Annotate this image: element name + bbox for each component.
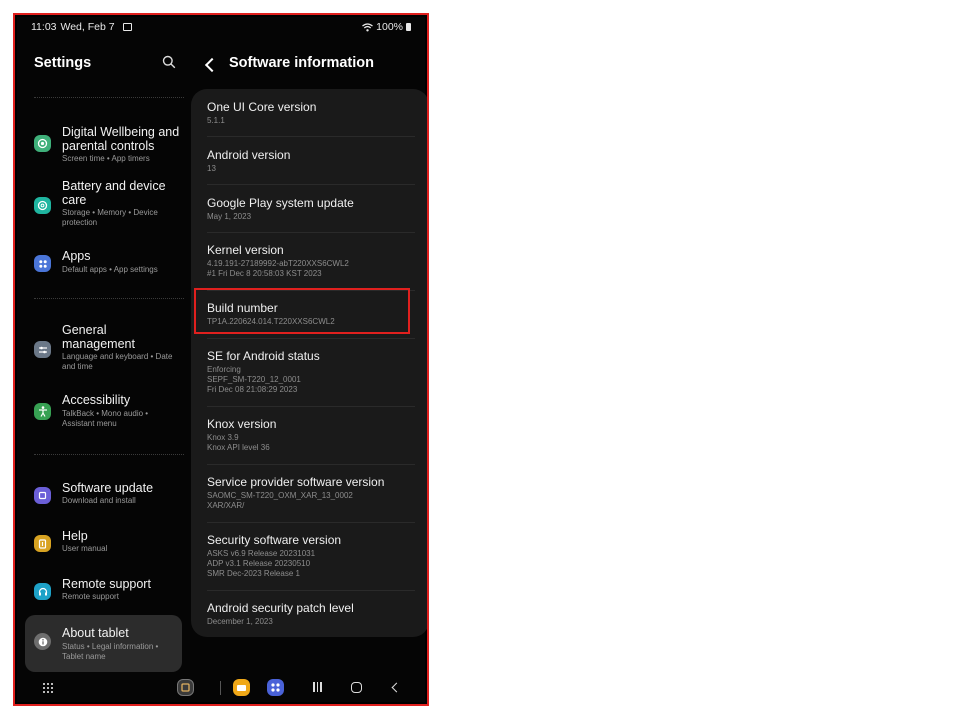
- info-row-android-version[interactable]: Android version 13: [207, 148, 413, 174]
- row-divider: [207, 184, 415, 185]
- row-divider: [207, 464, 415, 465]
- settings-item-software-update[interactable]: Software update Download and install: [25, 477, 182, 511]
- info-row-knox-version[interactable]: Knox version Knox 3.9 Knox API level 36: [207, 417, 413, 453]
- row-divider: [207, 590, 415, 591]
- apps-dock-icon[interactable]: [267, 679, 284, 696]
- device-frame: 11:03 Wed, Feb 7 100% Settings Digital W…: [13, 13, 429, 706]
- row-divider: [207, 522, 415, 523]
- settings-item-title: Apps: [62, 249, 91, 263]
- settings-item-title: About tablet: [62, 626, 129, 640]
- battery-percent: 100%: [376, 21, 403, 33]
- app-drawer-icon[interactable]: [43, 683, 53, 693]
- row-value: May 1, 2023: [207, 212, 252, 221]
- row-title: Google Play system update: [207, 196, 354, 210]
- row-title: Android version: [207, 148, 291, 162]
- general-management-icon: [34, 341, 51, 358]
- wellbeing-icon: [34, 135, 51, 152]
- row-value: Enforcing SEPF_SM-T220_12_0001 Fri Dec 0…: [207, 365, 301, 394]
- info-row-google-play-update[interactable]: Google Play system update May 1, 2023: [207, 196, 413, 222]
- settings-item-remote-support[interactable]: Remote support Remote support: [25, 573, 182, 607]
- remote-support-icon: [34, 583, 51, 600]
- settings-item-apps[interactable]: Apps Default apps • App settings: [25, 249, 182, 283]
- divider: [34, 97, 184, 98]
- settings-item-title: Battery and device care: [62, 179, 166, 207]
- settings-item-title: Help: [62, 529, 88, 543]
- settings-item-title: Digital Wellbeing and parental controls: [62, 125, 180, 153]
- row-divider: [207, 338, 415, 339]
- battery-icon: [406, 23, 411, 31]
- row-title: Kernel version: [207, 243, 284, 257]
- back-button[interactable]: [391, 682, 402, 693]
- info-row-security-patch[interactable]: Android security patch level December 1,…: [207, 601, 413, 627]
- row-title: Android security patch level: [207, 601, 354, 615]
- build-number-highlight: [194, 288, 410, 334]
- settings-item-subtitle: Language and keyboard • Date and time: [62, 352, 173, 371]
- settings-item-subtitle: Status • Legal information • Tablet name: [62, 642, 159, 661]
- search-icon[interactable]: [162, 55, 176, 69]
- about-icon: [34, 633, 51, 650]
- dock-divider: [220, 681, 221, 695]
- row-divider: [207, 136, 415, 137]
- tablet-screen: 11:03 Wed, Feb 7 100% Settings Digital W…: [17, 17, 427, 702]
- row-value: ASKS v6.9 Release 20231031 ADP v3.1 Rele…: [207, 549, 316, 578]
- navigation-bar: [17, 673, 425, 702]
- software-info-card: One UI Core version 5.1.1 Android versio…: [191, 89, 427, 637]
- settings-item-subtitle: Storage • Memory • Device protection: [62, 208, 158, 227]
- settings-item-accessibility[interactable]: Accessibility TalkBack • Mono audio • As…: [25, 393, 182, 433]
- info-row-service-provider[interactable]: Service provider software version SAOMC_…: [207, 475, 413, 511]
- home-button[interactable]: [351, 682, 362, 693]
- row-value: December 1, 2023: [207, 617, 273, 626]
- settings-item-digital-wellbeing[interactable]: Digital Wellbeing and parental controls …: [25, 121, 182, 173]
- settings-item-subtitle: Default apps • App settings: [62, 265, 158, 274]
- info-row-one-ui[interactable]: One UI Core version 5.1.1: [207, 100, 413, 126]
- help-icon: [34, 535, 51, 552]
- row-divider: [207, 232, 415, 233]
- accessibility-icon: [34, 403, 51, 420]
- status-bar: 11:03 Wed, Feb 7 100%: [17, 17, 425, 37]
- settings-item-subtitle: Download and install: [62, 496, 136, 505]
- gallery-notification-icon: [122, 23, 132, 31]
- settings-item-title: General management: [62, 323, 135, 351]
- settings-item-subtitle: Remote support: [62, 592, 119, 601]
- settings-item-help[interactable]: Help User manual: [25, 525, 182, 559]
- info-row-kernel-version[interactable]: Kernel version 4.19.191-27189992-abT220X…: [207, 243, 413, 279]
- row-value: 13: [207, 164, 216, 173]
- settings-item-title: Software update: [62, 481, 154, 495]
- row-value: 5.1.1: [207, 116, 225, 125]
- settings-title: Settings: [34, 55, 92, 71]
- status-date: Wed, Feb 7: [60, 21, 115, 33]
- divider: [34, 298, 184, 299]
- settings-item-about-tablet[interactable]: About tablet Status • Legal information …: [25, 615, 182, 672]
- software-update-icon: [34, 487, 51, 504]
- software-info-title: Software information: [229, 55, 375, 71]
- settings-item-subtitle: User manual: [62, 544, 108, 553]
- row-divider: [207, 406, 415, 407]
- status-time: 11:03: [31, 21, 57, 33]
- settings-item-title: Accessibility: [62, 393, 131, 407]
- info-row-security-software[interactable]: Security software version ASKS v6.9 Rele…: [207, 533, 413, 579]
- my-files-icon[interactable]: [233, 679, 250, 696]
- wifi-icon: [362, 22, 374, 31]
- settings-item-title: Remote support: [62, 577, 151, 591]
- recent-apps-button[interactable]: [313, 682, 323, 692]
- settings-item-subtitle: Screen time • App timers: [62, 154, 150, 163]
- row-title: SE for Android status: [207, 349, 320, 363]
- row-title: Security software version: [207, 533, 342, 547]
- row-value: SAOMC_SM-T220_OXM_XAR_13_0002 XAR/XAR/: [207, 491, 353, 510]
- row-title: Service provider software version: [207, 475, 385, 489]
- row-title: One UI Core version: [207, 100, 317, 114]
- settings-item-battery-device-care[interactable]: Battery and device care Storage • Memory…: [25, 179, 182, 233]
- apps-icon: [34, 255, 51, 272]
- row-value: Knox 3.9 Knox API level 36: [207, 433, 270, 452]
- info-row-se-android-status[interactable]: SE for Android status Enforcing SEPF_SM-…: [207, 349, 413, 395]
- row-value: 4.19.191-27189992-abT220XXS6CWL2 #1 Fri …: [207, 259, 349, 278]
- row-title: Knox version: [207, 417, 277, 431]
- back-arrow-icon[interactable]: [204, 57, 220, 73]
- settings-item-general-management[interactable]: General management Language and keyboard…: [25, 323, 182, 375]
- settings-item-subtitle: TalkBack • Mono audio • Assistant menu: [62, 409, 149, 428]
- device-care-icon: [34, 197, 51, 214]
- divider: [34, 454, 184, 455]
- bixby-icon[interactable]: [177, 679, 194, 696]
